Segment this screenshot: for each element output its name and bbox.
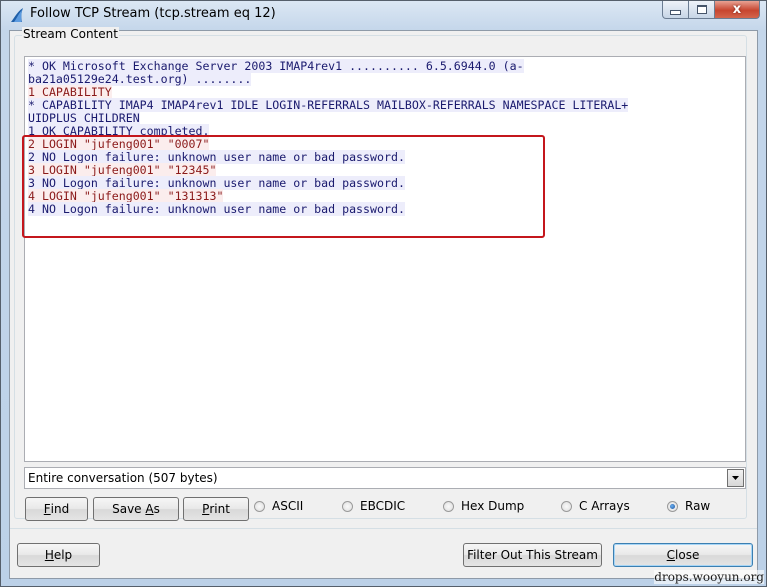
chevron-down-icon bbox=[732, 476, 739, 480]
radio-hex-dump[interactable]: Hex Dump bbox=[443, 499, 524, 513]
radio-ascii-circle[interactable] bbox=[254, 500, 265, 512]
help-label-accel: H bbox=[44, 548, 54, 562]
print-label-post: rint bbox=[209, 502, 230, 516]
stream-line-text: 2 NO Logon failure: unknown user name or… bbox=[28, 150, 405, 164]
radio-hex-dump-label: Hex Dump bbox=[461, 499, 525, 513]
filter-out-label: Filter Out This Stream bbox=[467, 548, 598, 562]
maximize-button[interactable] bbox=[689, 1, 715, 19]
stream-line-text: ba21a05129e24.test.org) ........ bbox=[28, 72, 252, 86]
stream-line-text: * OK Microsoft Exchange Server 2003 IMAP… bbox=[28, 59, 524, 73]
watermark: drops.wooyun.org bbox=[654, 570, 764, 584]
conversation-select[interactable]: Entire conversation (507 bytes) bbox=[24, 467, 746, 489]
save-as-label-pre: Save bbox=[112, 502, 146, 516]
stream-line-text: * CAPABILITY IMAP4 IMAP4rev1 IDLE LOGIN-… bbox=[28, 98, 629, 112]
find-label-post: ind bbox=[50, 502, 70, 516]
help-button[interactable]: Help bbox=[17, 543, 100, 567]
stream-line-text: 1 CAPABILITY bbox=[28, 85, 112, 99]
separator bbox=[10, 528, 757, 529]
server-message-line: 4 NO Logon failure: unknown user name or… bbox=[28, 202, 745, 216]
dialog-client-area: Stream Content * OK Microsoft Exchange S… bbox=[9, 27, 758, 579]
radio-raw-label: Raw bbox=[685, 499, 711, 513]
radio-ebcdic-circle[interactable] bbox=[342, 500, 353, 512]
stream-line-text: UIDPLUS CHILDREN bbox=[28, 111, 140, 125]
stream-line-text: 2 LOGIN "jufeng001" "0007" bbox=[28, 137, 210, 151]
stream-line-text: 4 LOGIN "jufeng001" "131313" bbox=[28, 189, 224, 203]
radio-raw-circle[interactable] bbox=[667, 500, 678, 512]
save-as-label-post: s bbox=[153, 502, 160, 516]
radio-ebcdic[interactable]: EBCDIC bbox=[342, 499, 405, 513]
radio-c-arrays[interactable]: C Arrays bbox=[561, 499, 630, 513]
close-button[interactable]: Close bbox=[613, 543, 753, 567]
close-icon: x bbox=[732, 2, 742, 17]
print-label-accel: P bbox=[202, 502, 210, 516]
save-as-label-accel: A bbox=[145, 502, 154, 516]
find-button[interactable]: Find bbox=[25, 497, 88, 521]
close-window-button[interactable]: x bbox=[715, 1, 760, 19]
close-label-post: lose bbox=[675, 548, 700, 562]
radio-c-arrays-label: C Arrays bbox=[579, 499, 630, 513]
conversation-select-dropdown-button[interactable] bbox=[727, 469, 744, 487]
wireshark-fin-icon bbox=[11, 8, 23, 22]
help-label-post: elp bbox=[53, 548, 73, 562]
find-label-accel: F bbox=[43, 502, 51, 516]
radio-hex-dump-circle[interactable] bbox=[443, 500, 454, 512]
stream-line-text: 3 LOGIN "jufeng001" "12345" bbox=[28, 163, 217, 177]
maximize-icon bbox=[696, 5, 707, 14]
print-button[interactable]: Print bbox=[183, 497, 249, 521]
radio-ebcdic-label: EBCDIC bbox=[360, 499, 406, 513]
stream-line-text: 3 NO Logon failure: unknown user name or… bbox=[28, 176, 405, 190]
stream-content-text[interactable]: * OK Microsoft Exchange Server 2003 IMAP… bbox=[24, 56, 746, 462]
save-as-button[interactable]: Save As bbox=[93, 497, 179, 521]
radio-ascii-label: ASCII bbox=[272, 499, 304, 513]
conversation-select-value: Entire conversation (507 bytes) bbox=[28, 471, 218, 485]
stream-content-label: Stream Content bbox=[22, 27, 119, 41]
filter-out-stream-button[interactable]: Filter Out This Stream bbox=[463, 543, 602, 567]
radio-c-arrays-circle[interactable] bbox=[561, 500, 572, 512]
follow-tcp-stream-window: Follow TCP Stream (tcp.stream eq 12) x S… bbox=[0, 0, 767, 587]
server-message-line: ba21a05129e24.test.org) ........ bbox=[28, 72, 745, 86]
stream-line-text: 4 NO Logon failure: unknown user name or… bbox=[28, 202, 405, 216]
radio-ascii[interactable]: ASCII bbox=[254, 499, 303, 513]
minimize-button[interactable] bbox=[662, 1, 689, 19]
stream-line-text: 1 OK CAPABILITY completed. bbox=[28, 124, 210, 138]
minimize-icon bbox=[670, 10, 681, 15]
title-bar[interactable]: Follow TCP Stream (tcp.stream eq 12) x bbox=[1, 1, 766, 29]
radio-raw[interactable]: Raw bbox=[667, 499, 710, 513]
close-label-accel: C bbox=[666, 548, 676, 562]
window-title: Follow TCP Stream (tcp.stream eq 12) bbox=[30, 6, 276, 21]
